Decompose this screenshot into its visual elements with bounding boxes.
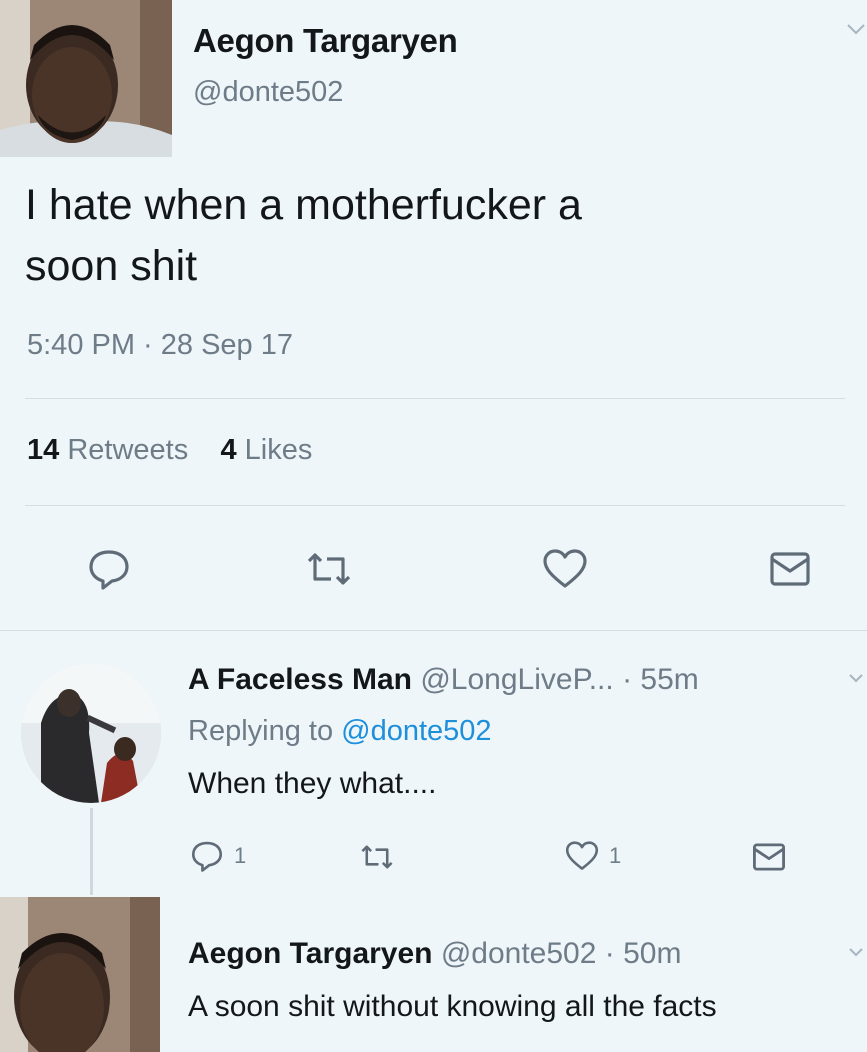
- reply-retweet-button[interactable]: [358, 842, 396, 872]
- retweets-label: Retweets: [67, 434, 189, 466]
- chevron-down-icon[interactable]: [848, 672, 864, 684]
- tweet-timestamp[interactable]: 5:40 PM · 28 Sep 17: [27, 329, 293, 362]
- tweet-stats: 14 Retweets 4 Likes: [27, 434, 312, 467]
- retweets-stat[interactable]: 14 Retweets: [27, 434, 188, 466]
- author-name[interactable]: Aegon Targaryen: [193, 22, 458, 60]
- replying-prefix: Replying to: [188, 715, 334, 747]
- message-icon: [769, 551, 811, 587]
- chevron-down-icon[interactable]: [846, 22, 866, 36]
- reply-like-count: 1: [609, 843, 622, 868]
- reply-message-button[interactable]: [752, 842, 786, 872]
- replying-mention[interactable]: @donte502: [341, 715, 491, 747]
- direct-message-button[interactable]: [764, 543, 816, 595]
- bottom-author-handle[interactable]: @donte502: [441, 937, 597, 970]
- reply-button[interactable]: [83, 543, 135, 595]
- retweet-icon: [358, 842, 396, 872]
- author-avatar[interactable]: [0, 0, 172, 157]
- bottom-author-avatar[interactable]: [0, 897, 160, 1052]
- retweet-icon: [303, 549, 355, 589]
- divider: [25, 398, 845, 399]
- reply-icon: [190, 840, 224, 872]
- heart-icon: [565, 840, 599, 872]
- divider: [0, 630, 867, 631]
- chevron-down-icon[interactable]: [848, 946, 864, 958]
- reply-text: When they what....: [188, 767, 437, 800]
- retweets-count: 14: [27, 434, 60, 466]
- bottom-header: Aegon Targaryen @donte502 · 50m: [188, 937, 681, 971]
- like-button[interactable]: [539, 543, 591, 595]
- reply-time[interactable]: · 55m: [622, 663, 699, 696]
- tweet-text: I hate when a motherfucker a soon shit: [25, 175, 845, 297]
- likes-stat[interactable]: 4 Likes: [220, 434, 312, 466]
- reply-reply-count: 1: [234, 843, 247, 868]
- author-handle[interactable]: @donte502: [193, 76, 343, 109]
- reply-avatar[interactable]: [21, 663, 161, 803]
- reply-author-handle[interactable]: @LongLiveP...: [420, 663, 613, 696]
- reply-icon: [87, 548, 131, 590]
- bottom-time[interactable]: · 50m: [605, 937, 682, 970]
- divider: [25, 505, 845, 506]
- reply-author-name[interactable]: A Faceless Man: [188, 663, 412, 696]
- reply-header: A Faceless Man @LongLiveP... · 55m: [188, 663, 699, 697]
- heart-icon: [542, 548, 588, 590]
- thread-line: [90, 808, 93, 898]
- bottom-author-name[interactable]: Aegon Targaryen: [188, 937, 433, 970]
- reply-like-button[interactable]: 1: [565, 840, 621, 872]
- likes-label: Likes: [244, 434, 313, 466]
- bottom-tweet-text: A soon shit without knowing all the fact…: [188, 990, 717, 1023]
- retweet-button[interactable]: [303, 543, 355, 595]
- likes-count: 4: [220, 434, 237, 466]
- replying-to: Replying to @donte502: [188, 715, 492, 748]
- tweet-text-line: soon shit: [25, 242, 198, 290]
- message-icon: [752, 842, 786, 872]
- reply-reply-button[interactable]: 1: [190, 840, 246, 872]
- tweet-text-line: I hate when a motherfucker a: [25, 181, 582, 229]
